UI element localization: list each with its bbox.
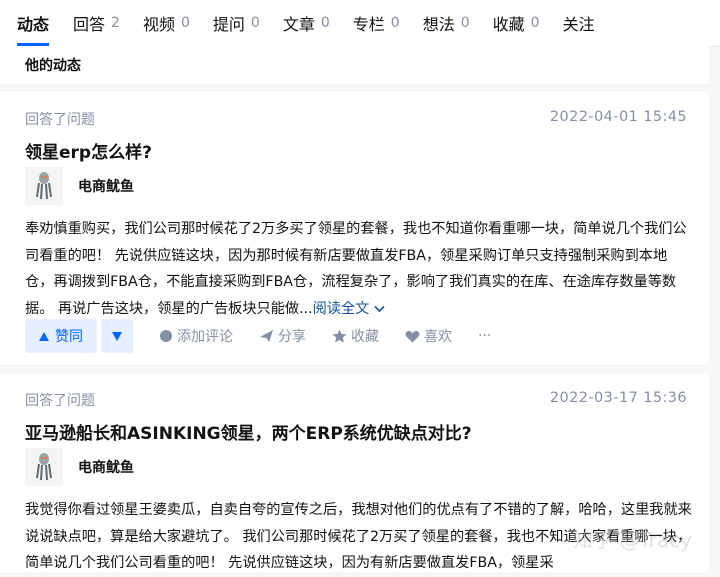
avatar[interactable] xyxy=(25,167,63,205)
triangle-up-icon xyxy=(39,331,49,341)
squid-avatar-icon xyxy=(36,172,52,200)
tab-videos[interactable]: 视频 0 xyxy=(143,0,190,46)
feed-action: 回答了问题 xyxy=(25,112,95,128)
feed-action: 回答了问题 xyxy=(25,393,95,409)
tab-label: 视频 xyxy=(142,15,175,34)
favorite-button[interactable]: 收藏 xyxy=(332,326,379,346)
upvote-label: 赞同 xyxy=(55,329,83,345)
section-title: 他的动态 xyxy=(25,58,81,74)
feed-date: 2022-03-17 15:36 xyxy=(549,390,687,406)
section-header: 他的动态 xyxy=(0,46,709,85)
read-more-link[interactable]: 阅读全文 xyxy=(313,301,385,317)
chevron-down-icon xyxy=(374,305,385,312)
comment-label: 添加评论 xyxy=(177,329,233,345)
tab-activity[interactable]: 动态 xyxy=(17,0,50,46)
tab-count: 0 xyxy=(180,15,190,31)
feed-item-meta: 回答了问题 2022-03-17 15:36 xyxy=(25,390,687,410)
downvote-button[interactable] xyxy=(101,319,133,353)
star-icon xyxy=(332,329,347,343)
feed-date: 2022-04-01 15:45 xyxy=(549,109,687,125)
feed-item: 回答了问题 2022-04-01 15:45 领星erp怎么样? 电商鱿鱼 奉劝… xyxy=(0,92,709,364)
tab-label: 收藏 xyxy=(492,15,525,34)
profile-tabs: 动态 回答 2 视频 0 提问 0 文章 0 专栏 0 想法 0 收藏 0 关注 xyxy=(0,0,720,47)
tab-answers[interactable]: 回答 2 xyxy=(73,0,120,46)
comment-icon xyxy=(160,330,172,342)
tab-following[interactable]: 关注 xyxy=(563,0,595,46)
watermark: 知乎 @Tracy xyxy=(573,528,692,552)
tab-label: 文章 xyxy=(282,15,315,34)
tab-label: 动态 xyxy=(17,15,50,34)
tab-thoughts[interactable]: 想法 0 xyxy=(423,0,470,46)
tab-label: 想法 xyxy=(422,15,455,34)
more-button[interactable]: ··· xyxy=(478,328,491,344)
share-button[interactable]: 分享 xyxy=(259,326,306,346)
tab-count: 0 xyxy=(250,15,260,31)
answer-excerpt[interactable]: 奉劝慎重购买，我们公司那时候花了2万多买了领星的套餐，我也不知道你看重哪一块，简… xyxy=(25,216,693,322)
like-label: 喜欢 xyxy=(424,329,452,345)
tab-articles[interactable]: 文章 0 xyxy=(283,0,330,46)
share-icon xyxy=(260,330,273,342)
tab-count: 2 xyxy=(111,15,120,31)
tab-label: 回答 xyxy=(73,15,106,34)
author-name[interactable]: 电商鱿鱼 xyxy=(78,176,134,196)
tab-label: 关注 xyxy=(562,15,595,34)
question-title[interactable]: 领星erp怎么样? xyxy=(25,138,152,163)
feed-item-meta: 回答了问题 2022-04-01 15:45 xyxy=(25,109,687,129)
tab-count: 0 xyxy=(320,15,330,31)
more-icon: ··· xyxy=(478,328,492,344)
tab-favorites[interactable]: 收藏 0 xyxy=(493,0,540,46)
favorite-label: 收藏 xyxy=(351,329,379,345)
like-button[interactable]: 喜欢 xyxy=(405,326,452,346)
tab-count: 0 xyxy=(460,15,470,31)
comment-button[interactable]: 添加评论 xyxy=(159,326,233,346)
question-title[interactable]: 亚马逊船长和ASINKING领星，两个ERP系统优缺点对比? xyxy=(25,419,472,444)
upvote-button[interactable]: 赞同 xyxy=(25,319,97,353)
squid-avatar-icon xyxy=(36,453,52,481)
tab-count: 0 xyxy=(530,15,540,31)
heart-icon xyxy=(405,330,420,342)
action-bar: 赞同 添加评论 分享 收藏 喜欢 ··· xyxy=(25,319,491,353)
author-name[interactable]: 电商鱿鱼 xyxy=(78,457,134,477)
triangle-down-icon xyxy=(112,331,122,341)
tab-label: 提问 xyxy=(212,15,245,34)
tab-columns[interactable]: 专栏 0 xyxy=(353,0,400,46)
avatar[interactable] xyxy=(25,448,63,486)
author-info: 电商鱿鱼 xyxy=(25,167,134,205)
tab-questions[interactable]: 提问 0 xyxy=(213,0,260,46)
share-label: 分享 xyxy=(278,329,306,345)
author-info: 电商鱿鱼 xyxy=(25,448,134,486)
tab-label: 专栏 xyxy=(352,15,385,34)
read-more-label: 阅读全文 xyxy=(312,300,370,317)
tab-count: 0 xyxy=(390,15,400,31)
